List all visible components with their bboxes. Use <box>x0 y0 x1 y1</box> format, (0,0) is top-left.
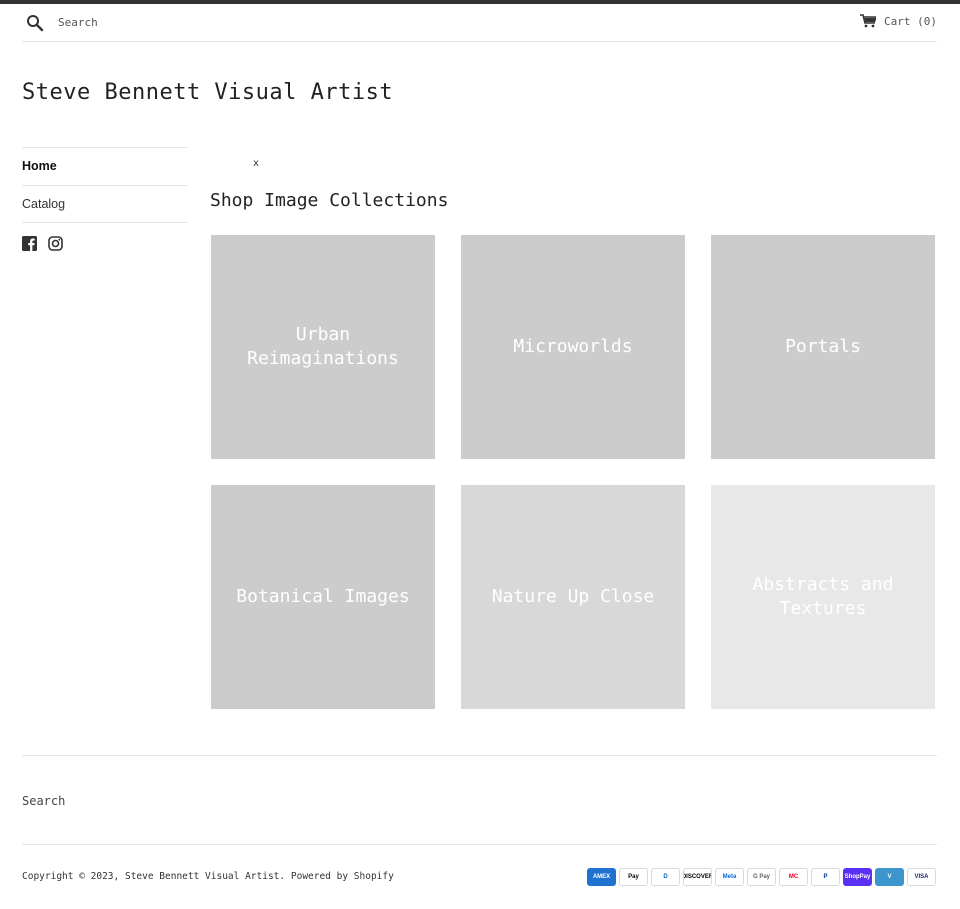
stray-glyph: x <box>253 158 260 169</box>
collection-tile-nature-up-close[interactable]: Nature Up Close <box>461 485 685 709</box>
payment-icons: AMEX Pay D DISCOVER Meta G Pay MC P Shop… <box>587 868 936 886</box>
cart-icon <box>860 14 878 28</box>
copyright-prefix: Copyright © 2023, <box>22 871 120 882</box>
apple-pay-icon: Pay <box>619 868 648 886</box>
google-pay-icon: G Pay <box>747 868 776 886</box>
nav-item-catalog[interactable]: Catalog <box>22 185 188 223</box>
collection-tile-portals[interactable]: Portals <box>711 235 935 459</box>
social-links <box>22 236 188 251</box>
footer-divider <box>22 844 937 845</box>
diners-club-icon: D <box>651 868 680 886</box>
paypal-icon: P <box>811 868 840 886</box>
collection-label: Abstracts and Textures <box>752 574 894 619</box>
facebook-icon[interactable] <box>22 236 37 251</box>
collection-label: Botanical Images <box>236 586 410 607</box>
collection-tile-botanical-images[interactable]: Botanical Images <box>211 485 435 709</box>
collection-label: Microworlds <box>513 336 633 357</box>
collection-label: Portals <box>785 336 861 357</box>
nav-item-home[interactable]: Home <box>22 147 188 185</box>
collection-label: Nature Up Close <box>491 586 655 607</box>
collection-tile-abstracts-and-textures[interactable]: Abstracts and Textures <box>711 485 935 709</box>
cart-label: Cart <box>884 14 911 28</box>
search-icon[interactable] <box>26 14 44 32</box>
copyright-period: . <box>279 871 286 882</box>
header-bar: Cart (0) <box>22 4 937 42</box>
sidebar: Home Catalog <box>22 147 188 251</box>
search-input[interactable] <box>58 12 358 32</box>
discover-icon: DISCOVER <box>683 868 712 886</box>
amex-icon: AMEX <box>587 868 616 886</box>
site-title[interactable]: Steve Bennett Visual Artist <box>22 80 393 105</box>
collections-title: Shop Image Collections <box>210 190 449 211</box>
meta-pay-icon: Meta <box>715 868 744 886</box>
cart-count: (0) <box>917 14 937 28</box>
shop-pay-icon: ShopPay <box>843 868 872 886</box>
instagram-icon[interactable] <box>48 236 63 251</box>
footer-divider <box>22 755 937 756</box>
copyright-site-link[interactable]: Steve Bennett Visual Artist <box>125 871 279 882</box>
venmo-icon: V <box>875 868 904 886</box>
footer-search-link[interactable]: Search <box>22 794 65 808</box>
collection-tile-urban-reimaginations[interactable]: Urban Reimaginations <box>211 235 435 459</box>
cart-link[interactable]: Cart (0) <box>860 14 937 28</box>
collection-label: Urban Reimaginations <box>247 324 399 369</box>
powered-by-link[interactable]: Powered by Shopify <box>291 871 394 882</box>
mastercard-icon: MC <box>779 868 808 886</box>
collection-tile-microworlds[interactable]: Microworlds <box>461 235 685 459</box>
copyright-text: Copyright © 2023, Steve Bennett Visual A… <box>22 871 394 882</box>
visa-icon: VISA <box>907 868 936 886</box>
